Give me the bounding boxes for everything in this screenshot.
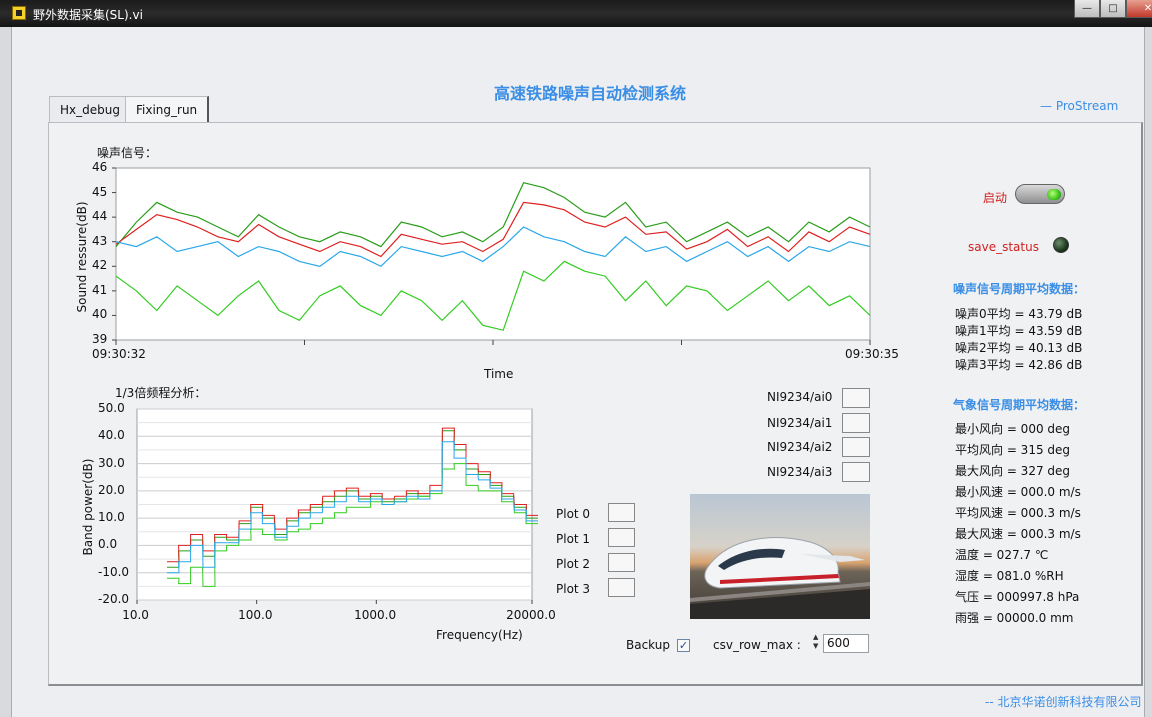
legend-ai3-swatch[interactable] (842, 462, 870, 482)
noise-y-tick-label: 44 (92, 209, 108, 224)
octave-y-tick-label: -20.0 (98, 592, 130, 606)
legend-plot2-swatch[interactable] (608, 553, 635, 572)
legend-ai3-label: NI9234/ai3 (767, 465, 833, 479)
noise-x-tick-start: 09:30:32 (92, 347, 146, 361)
octave-x-tick-label: 10.0 (122, 608, 149, 622)
noise2-average: 噪声2平均 = 40.13 dB (955, 341, 1083, 355)
noise-y-tick-label: 41 (92, 282, 108, 297)
octave-chart-xlabel: Frequency(Hz) (436, 628, 523, 642)
train-image (690, 494, 870, 619)
legend-ai0-label: NI9234/ai0 (767, 390, 833, 404)
avg-wind-speed: 平均风速 = 000.3 m/s (955, 506, 1081, 520)
octave-x-tick-label: 100.0 (238, 608, 273, 622)
noise-y-tick-label: 45 (92, 184, 108, 199)
noise-x-tick-end: 09:30:35 (845, 347, 899, 361)
csv-row-max-input[interactable]: 600 (823, 634, 869, 653)
noise-waveform-chart (112, 167, 871, 345)
backup-checkbox[interactable]: ✓ (677, 639, 690, 652)
legend-plot0-swatch[interactable] (608, 503, 635, 522)
legend-ai2-swatch[interactable] (842, 437, 870, 457)
noise-y-tick-label: 46 (92, 160, 108, 174)
min-wind-direction: 最小风向 = 000 deg (955, 422, 1071, 436)
noise-chart-title: 噪声信号： (97, 146, 158, 160)
octave-band-chart (136, 408, 538, 604)
octave-y-tick-label: 50.0 (98, 401, 125, 415)
start-switch[interactable] (1015, 184, 1067, 206)
noise-y-tick-label: 43 (92, 233, 108, 248)
noise3-average: 噪声3平均 = 42.86 dB (955, 358, 1083, 372)
legend-ai0-swatch[interactable] (842, 388, 870, 408)
min-wind-speed: 最小风速 = 000.0 m/s (955, 485, 1081, 499)
save-status-led (1053, 237, 1069, 253)
csv-row-max-label: csv_row_max : (713, 638, 801, 652)
start-switch-led (1047, 189, 1061, 200)
noise-chart-xlabel: Time (484, 367, 514, 381)
legend-ai2-label: NI9234/ai2 (767, 440, 833, 454)
legend-ai1-swatch[interactable] (842, 413, 870, 433)
octave-y-tick-label: 30.0 (98, 455, 125, 470)
octave-y-tick-label: 0.0 (98, 537, 118, 552)
save-status-label: save_status (968, 240, 1039, 254)
octave-chart-ylabel: Band power(dB) (81, 458, 95, 556)
octave-y-tick-label: 40.0 (98, 428, 125, 443)
start-switch-body[interactable] (1015, 184, 1065, 204)
legend-plot1-label: Plot 1 (556, 532, 591, 546)
temperature: 温度 = 027.7 ℃ (955, 548, 1049, 562)
legend-ai1-label: NI9234/ai1 (767, 416, 833, 430)
pressure: 气压 = 000997.8 hPa (955, 590, 1080, 604)
legend-plot3-label: Plot 3 (556, 582, 591, 596)
avg-wind-direction: 平均风向 = 315 deg (955, 443, 1071, 457)
noise-y-tick-label: 42 (92, 258, 108, 273)
noise1-average: 噪声1平均 = 43.59 dB (955, 324, 1083, 338)
max-wind-direction: 最大风向 = 327 deg (955, 464, 1071, 478)
octave-y-tick-label: 10.0 (98, 510, 125, 525)
octave-y-tick-label: 20.0 (98, 482, 125, 497)
octave-chart-title: 1/3倍频程分析： (115, 386, 207, 400)
weather-stats-title: 气象信号周期平均数据： (953, 398, 1086, 412)
legend-plot2-label: Plot 2 (556, 557, 591, 571)
noise-y-tick-label: 40 (92, 307, 108, 322)
humidity: 湿度 = 081.0 %RH (955, 569, 1064, 583)
start-label: 启动 (983, 191, 1008, 205)
noise-stats-title: 噪声信号周期平均数据： (953, 282, 1086, 296)
noise-y-tick-label: 39 (92, 332, 108, 346)
rain-intensity: 雨强 = 00000.0 mm (955, 611, 1074, 625)
legend-plot0-label: Plot 0 (556, 507, 591, 521)
legend-plot1-swatch[interactable] (608, 528, 635, 547)
company-name: -- 北京华诺创新科技有限公司 (985, 695, 1142, 709)
legend-plot3-swatch[interactable] (608, 578, 635, 597)
csv-row-max-spinner[interactable]: ▲ ▼ (813, 633, 822, 653)
octave-y-tick-label: -10.0 (98, 564, 130, 579)
max-wind-speed: 最大风速 = 000.3 m/s (955, 527, 1081, 541)
octave-x-tick-label: 1000.0 (354, 608, 397, 622)
noise0-average: 噪声0平均 = 43.79 dB (955, 307, 1083, 321)
noise-chart-ylabel: Sound ressure(dB) (75, 201, 89, 313)
backup-label: Backup (626, 638, 670, 652)
octave-x-tick-label: 20000.0 (506, 608, 556, 622)
